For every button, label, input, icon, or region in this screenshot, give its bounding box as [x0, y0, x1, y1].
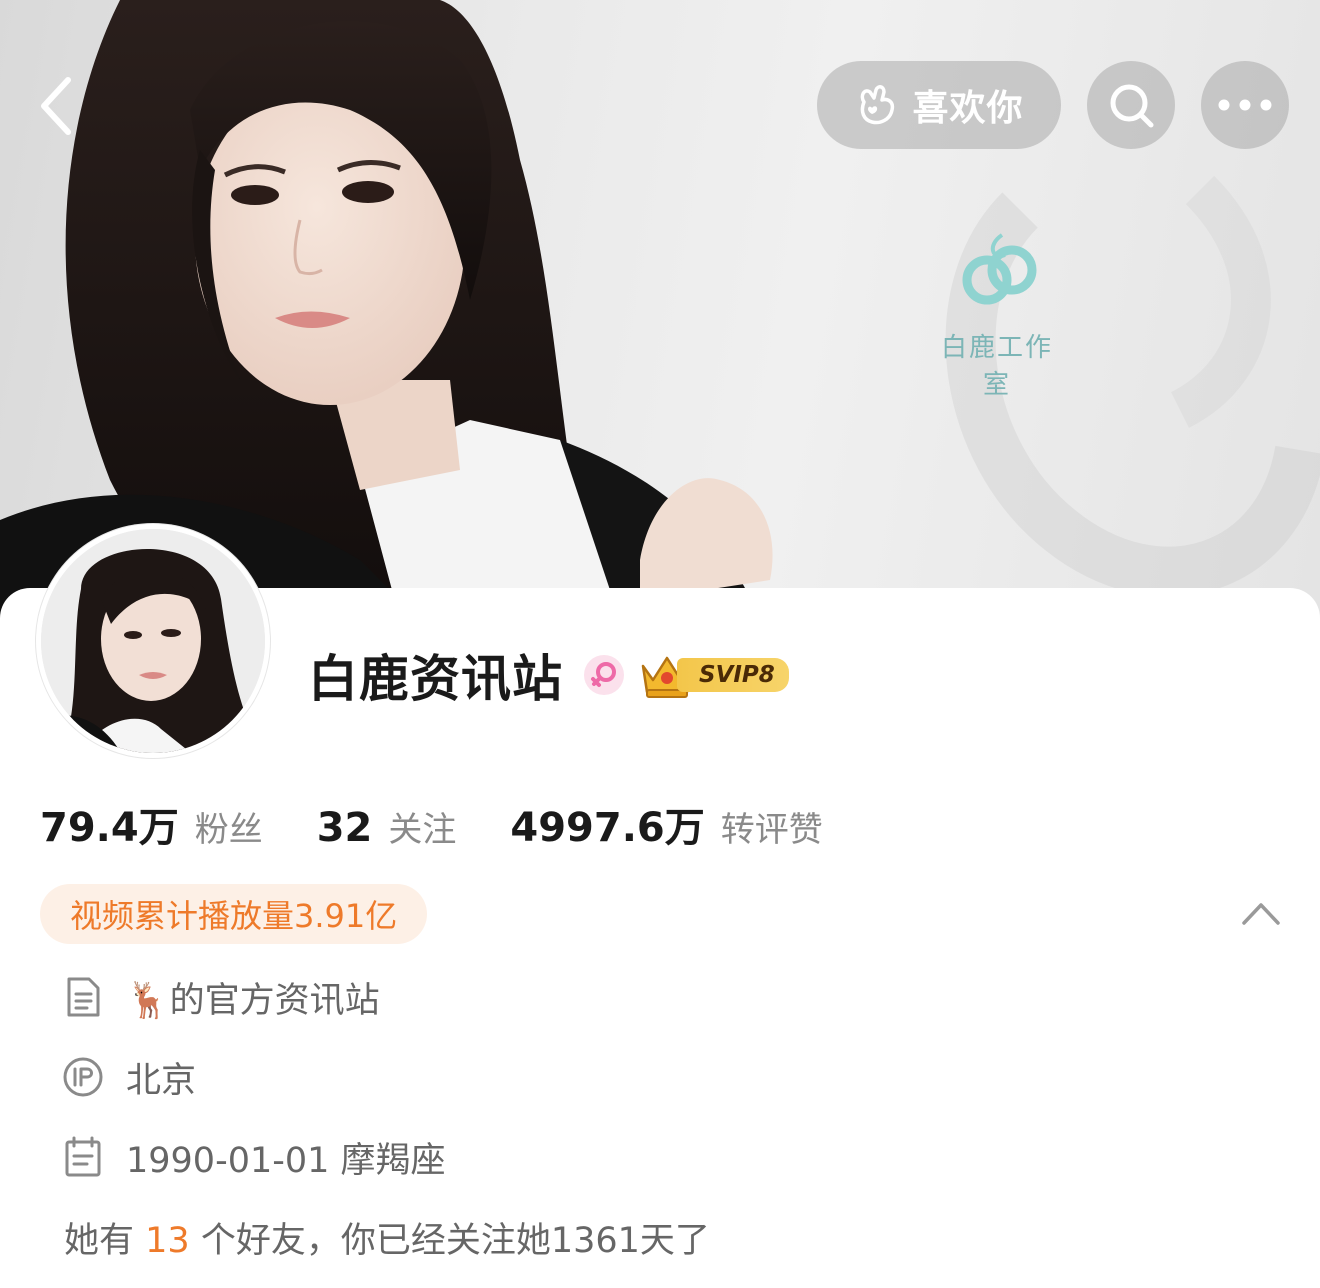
profile-banner: 白鹿工作室 喜欢你: [0, 0, 1320, 620]
friends-prefix: 她有: [64, 1221, 135, 1261]
search-button[interactable]: [1087, 61, 1175, 149]
bio-text: 🦌的官方资讯站: [126, 980, 380, 1021]
collapse-button[interactable]: [1238, 893, 1284, 933]
ip-location-icon: [62, 1056, 104, 1098]
ip-row: 北京: [62, 1052, 196, 1102]
profile-stats: 79.4万 粉丝 32 关注 4997.6万 转评赞: [40, 795, 877, 853]
stat-value: 79.4万: [40, 805, 179, 851]
back-button[interactable]: [26, 66, 86, 146]
more-dots-icon: [1218, 99, 1272, 111]
user-name: 白鹿资讯站: [308, 650, 563, 708]
studio-logo: 白鹿工作室: [932, 225, 1062, 401]
birthday-row: 1990-01-01 摩羯座: [62, 1132, 446, 1182]
search-icon: [1110, 84, 1154, 128]
bio-row: 🦌的官方资讯站: [62, 972, 380, 1022]
video-play-count: 视频累计播放量3.91亿: [70, 897, 398, 935]
stat-label: 转评赞: [720, 810, 823, 850]
studio-logo-mark: [962, 233, 1037, 305]
more-options-button[interactable]: [1201, 61, 1289, 149]
stat-value: 32: [316, 805, 373, 851]
like-you-button[interactable]: 喜欢你: [817, 61, 1061, 149]
document-icon: [62, 976, 104, 1018]
mutual-friends-row[interactable]: 她有 13 个好友，你已经关注她1361天了: [64, 1212, 710, 1263]
friends-suffix: 个好友，你已经关注她1361天了: [200, 1221, 710, 1261]
chevron-up-icon: [1242, 903, 1280, 925]
friends-count[interactable]: 13: [145, 1221, 190, 1261]
female-icon: [583, 654, 625, 696]
avatar[interactable]: [36, 524, 270, 758]
heart-hand-icon: [861, 85, 895, 125]
video-play-count-tag[interactable]: 视频累计播放量3.91亿: [40, 884, 428, 944]
avatar-image: [41, 529, 265, 753]
stat-value: 4997.6万: [510, 805, 705, 851]
stat-interactions[interactable]: 4997.6万 转评赞: [510, 795, 822, 853]
calendar-icon: [62, 1136, 104, 1178]
chevron-left-icon: [41, 77, 71, 135]
birthday-text: 1990-01-01 摩羯座: [126, 1140, 446, 1181]
studio-name: 白鹿工作室: [940, 333, 1053, 400]
like-you-label: 喜欢你: [912, 88, 1024, 129]
name-row: 白鹿资讯站 SVIP8: [308, 640, 789, 710]
vip-badge[interactable]: SVIP8: [639, 650, 789, 700]
stat-fans[interactable]: 79.4万 粉丝: [40, 795, 263, 853]
ip-location-text: 北京: [126, 1060, 197, 1101]
stat-label: 关注: [388, 810, 457, 850]
stat-following[interactable]: 32 关注: [317, 802, 457, 851]
vip-label: SVIP8: [677, 658, 789, 692]
stat-label: 粉丝: [194, 810, 263, 850]
